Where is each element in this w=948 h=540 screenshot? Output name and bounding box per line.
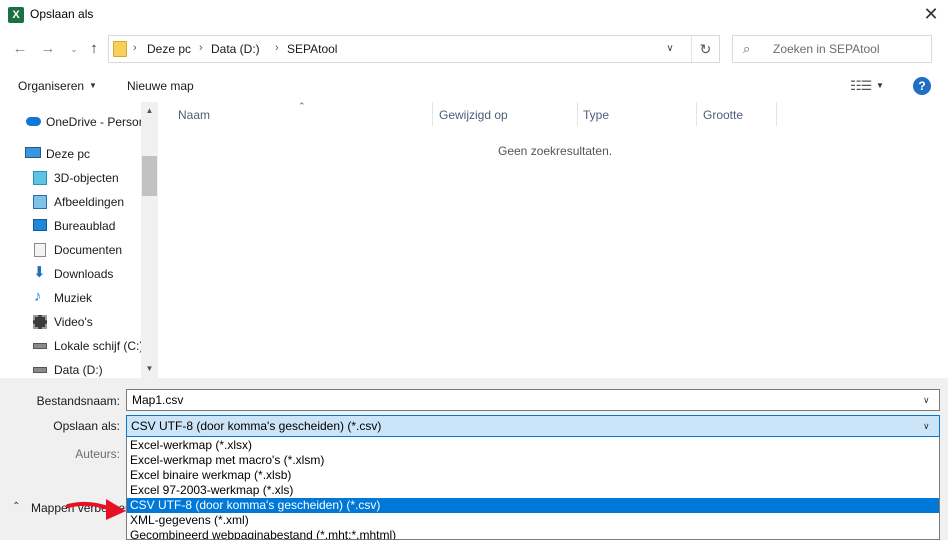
sidebar-item-label: 3D-objecten: [54, 171, 119, 185]
help-icon[interactable]: ?: [913, 77, 931, 95]
videos-icon: [33, 315, 47, 329]
save-type-value: CSV UTF-8 (door komma's gescheiden) (*.c…: [131, 419, 382, 433]
sidebar-item-local-disk[interactable]: Lokale schijf (C:): [0, 334, 144, 358]
authors-label: Auteurs:: [75, 447, 120, 461]
arrow-right-icon[interactable]: →: [38, 38, 58, 60]
scroll-down-icon[interactable]: ▼: [141, 364, 158, 373]
chevron-down-icon[interactable]: ∨: [923, 395, 930, 406]
computer-icon: [25, 147, 41, 158]
type-option[interactable]: Excel binaire werkmap (*.xlsb): [127, 468, 939, 483]
onedrive-icon: [26, 117, 41, 126]
scroll-thumb[interactable]: [142, 156, 157, 196]
filename-label: Bestandsnaam:: [36, 394, 120, 408]
search-input[interactable]: ⌕ Zoeken in SEPAtool: [732, 35, 932, 63]
documents-icon: [34, 243, 46, 257]
drive-icon: [33, 367, 47, 373]
sidebar-item-3d-objects[interactable]: 3D-objecten: [0, 166, 140, 190]
save-type-label: Opslaan als:: [53, 419, 120, 433]
sidebar-item-label: Documenten: [54, 243, 123, 257]
sidebar-item-this-pc[interactable]: Deze pc: [0, 142, 140, 166]
chevron-down-icon[interactable]: ∨: [923, 421, 930, 432]
column-divider[interactable]: [432, 102, 433, 126]
sort-ascending-icon: ⌃: [298, 101, 306, 111]
view-options-icon[interactable]: ☷☰: [850, 78, 872, 94]
search-icon: ⌕: [743, 41, 751, 56]
sidebar-item-label: Downloads: [54, 267, 114, 281]
breadcrumb-item[interactable]: Deze pc: [147, 42, 191, 56]
column-divider[interactable]: [776, 102, 777, 126]
excel-icon: X: [8, 7, 24, 23]
filename-field[interactable]: Map1.csv ∨: [126, 389, 940, 411]
chevron-up-icon: ⌃: [12, 501, 21, 512]
new-folder-button[interactable]: Nieuwe map: [127, 79, 194, 93]
caret-down-icon[interactable]: ▼: [876, 81, 884, 90]
chevron-right-icon: ›: [275, 42, 279, 54]
arrow-up-icon[interactable]: ↑: [84, 38, 104, 60]
sidebar-item-label: Lokale schijf (C:): [54, 339, 144, 353]
file-list[interactable]: ⌃ Naam Gewijzigd op Type Grootte Geen zo…: [159, 101, 948, 378]
type-option[interactable]: XML-gegevens (*.xml): [127, 513, 939, 528]
local-disk-icon: [33, 343, 47, 349]
breadcrumb-item[interactable]: SEPAtool: [287, 42, 337, 56]
column-size[interactable]: Grootte: [703, 108, 743, 122]
sidebar-item-label: OneDrive - Persor: [46, 115, 143, 129]
filename-value: Map1.csv: [132, 393, 184, 407]
column-divider[interactable]: [696, 102, 697, 126]
column-name[interactable]: Naam: [178, 108, 210, 122]
save-type-select[interactable]: CSV UTF-8 (door komma's gescheiden) (*.c…: [126, 415, 940, 437]
chevron-down-icon[interactable]: ∨: [661, 40, 679, 58]
sidebar-item-label: Video's: [54, 315, 93, 329]
column-divider[interactable]: [577, 102, 578, 126]
type-option[interactable]: Excel-werkmap (*.xlsx): [127, 438, 939, 453]
navigation-pane: OneDrive - Persor Deze pc 3D-objecten Af…: [0, 102, 158, 378]
sidebar-item-downloads[interactable]: ⬇ Downloads: [0, 262, 140, 286]
column-type[interactable]: Type: [583, 108, 609, 122]
refresh-icon[interactable]: ↻: [691, 36, 719, 62]
close-button[interactable]: ✕: [914, 0, 948, 30]
sidebar-item-pictures[interactable]: Afbeeldingen: [0, 190, 140, 214]
sidebar-item-label: Bureaublad: [54, 219, 116, 233]
type-option-selected[interactable]: CSV UTF-8 (door komma's gescheiden) (*.c…: [127, 498, 939, 513]
save-type-options[interactable]: Excel-werkmap (*.xlsx) Excel-werkmap met…: [126, 437, 940, 540]
nav-scrollbar[interactable]: ▲ ▼: [141, 102, 158, 378]
empty-message: Geen zoekresultaten.: [498, 144, 613, 158]
title-bar: X Opslaan als ✕: [0, 0, 948, 30]
red-arrow-annotation: [66, 499, 126, 520]
folder-icon: [113, 41, 127, 57]
desktop-icon: [33, 219, 47, 231]
3d-objects-icon: [33, 171, 47, 185]
sidebar-item-documents[interactable]: Documenten: [0, 238, 140, 262]
organize-button[interactable]: Organiseren: [18, 79, 84, 93]
scroll-up-icon[interactable]: ▲: [141, 106, 158, 115]
chevron-right-icon: ›: [199, 42, 203, 54]
sidebar-item-onedrive[interactable]: OneDrive - Persor: [0, 110, 143, 134]
chevron-down-icon[interactable]: ⌄: [64, 38, 84, 60]
search-placeholder: Zoeken in SEPAtool: [773, 42, 880, 56]
window-title: Opslaan als: [30, 7, 94, 21]
column-header: ⌃ Naam Gewijzigd op Type Grootte: [159, 101, 948, 128]
toolbar: Organiseren ▼ Nieuwe map ☷☰ ▼: [0, 70, 948, 102]
caret-down-icon[interactable]: ▼: [89, 81, 97, 90]
sidebar-item-music[interactable]: ♪ Muziek: [0, 286, 140, 310]
column-modified[interactable]: Gewijzigd op: [439, 108, 508, 122]
type-option[interactable]: Excel-werkmap met macro's (*.xlsm): [127, 453, 939, 468]
downloads-icon: ⬇: [33, 264, 46, 281]
breadcrumb-item[interactable]: Data (D:): [211, 42, 260, 56]
type-option[interactable]: Gecombineerd webpaginabestand (*.mht;*.m…: [127, 528, 939, 539]
sidebar-item-label: Deze pc: [46, 147, 91, 161]
sidebar-item-videos[interactable]: Video's: [0, 310, 140, 334]
music-icon: ♪: [34, 288, 42, 305]
sidebar-item-label: Afbeeldingen: [54, 195, 125, 209]
sidebar-item-desktop[interactable]: Bureaublad: [0, 214, 140, 238]
arrow-left-icon[interactable]: ←: [10, 38, 30, 60]
type-option[interactable]: Excel 97-2003-werkmap (*.xls): [127, 483, 939, 498]
chevron-right-icon: ›: [133, 42, 137, 54]
sidebar-item-label: Muziek: [54, 291, 93, 305]
pictures-icon: [33, 195, 47, 209]
address-bar[interactable]: › Deze pc › Data (D:) › SEPAtool ∨ ↻: [108, 35, 720, 63]
sidebar-item-label: Data (D:): [54, 363, 103, 377]
